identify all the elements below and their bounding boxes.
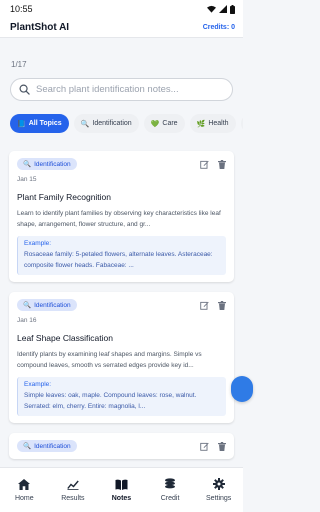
note-body: Identify plants by examining leaf shapes… <box>17 351 202 369</box>
signal-icon <box>219 5 227 13</box>
battery-icon <box>230 4 235 14</box>
app-title: PlantShot AI <box>10 22 70 33</box>
nav-label: Credit <box>160 495 180 502</box>
magnifier-icon: 🔍 <box>23 161 32 168</box>
status-time: 10:55 <box>10 4 33 14</box>
note-card[interactable]: 🔍 Identification <box>9 433 234 459</box>
nav-notes[interactable]: Notes <box>99 479 143 502</box>
nav-label: Settings <box>206 495 232 502</box>
example-text: Rosaceae family: 5-petaled flowers, alte… <box>24 251 213 269</box>
chip-identification[interactable]: 🔍 Identification <box>73 114 139 133</box>
topic-tag-label: Identification <box>34 160 71 168</box>
chip-all-topics[interactable]: 📘 All Topics <box>10 114 69 133</box>
chip-health[interactable]: 🌿 Health <box>189 114 236 133</box>
page-indicator: 1/17 <box>11 60 27 69</box>
nav-label: Home <box>14 494 34 502</box>
nav-home[interactable]: Home <box>2 478 46 502</box>
nav-results[interactable]: Results <box>51 479 95 502</box>
edit-icon[interactable] <box>200 301 209 310</box>
search-bar[interactable] <box>10 78 233 101</box>
heart-icon: 💚 <box>150 120 160 128</box>
edit-icon[interactable] <box>200 442 209 451</box>
magnifier-icon: 🔍 <box>80 120 90 128</box>
search-input[interactable] <box>36 84 224 95</box>
floating-action-button[interactable] <box>231 376 253 402</box>
chip-care[interactable]: 💚 Care <box>143 114 185 133</box>
gear-icon <box>212 478 225 490</box>
coins-icon <box>165 478 176 489</box>
chip-label: Health <box>208 120 229 127</box>
nav-credit[interactable]: Credit <box>148 478 192 502</box>
example-box: Example: Rosaceae family: 5-petaled flow… <box>17 236 226 275</box>
example-box: Example: Simple leaves: oak, maple. Comp… <box>17 377 226 416</box>
trash-icon[interactable] <box>218 441 226 451</box>
wifi-icon <box>207 5 216 13</box>
nav-label: Notes <box>111 494 132 502</box>
magnifier-icon: 🔍 <box>23 443 32 450</box>
example-label: Example: <box>24 240 52 247</box>
topic-tag: 🔍 Identification <box>17 158 77 170</box>
book-icon: 📘 <box>17 120 26 128</box>
trash-icon[interactable] <box>218 300 226 310</box>
note-card[interactable]: 🔍 Identification Jan 15 Plant Family Rec… <box>9 151 234 282</box>
app-header: PlantShot AI Credits: 0 <box>0 18 243 38</box>
note-date: Jan 15 <box>17 176 37 183</box>
search-icon <box>19 84 30 95</box>
note-body: Learn to identify plant families by obse… <box>17 210 221 228</box>
note-date: Jan 16 <box>17 317 37 324</box>
topic-tag: 🔍 Identification <box>17 440 77 452</box>
edit-icon[interactable] <box>200 160 209 169</box>
chip-label: Identification <box>92 120 132 127</box>
topic-tag: 🔍 Identification <box>17 299 77 311</box>
notes-list: 🔍 Identification Jan 15 Plant Family Rec… <box>0 151 243 459</box>
note-title: Plant Family Recognition <box>17 192 112 202</box>
bottom-nav: Home Results Notes Credit Settings <box>0 467 243 512</box>
topic-tag-label: Identification <box>34 442 71 450</box>
nav-label: Results <box>61 494 85 502</box>
book-icon <box>115 479 128 490</box>
example-text: Simple leaves: oak, maple. Compound leav… <box>24 392 197 410</box>
magnifier-icon: 🔍 <box>23 302 32 309</box>
leaf-icon: 🌿 <box>196 120 206 128</box>
chart-icon <box>67 480 79 490</box>
nav-settings[interactable]: Settings <box>197 478 241 502</box>
example-label: Example: <box>24 381 52 388</box>
filter-chips: 📘 All Topics 🔍 Identification 💚 Care 🌿 H… <box>0 114 243 133</box>
chip-label: Care <box>162 120 178 127</box>
chip-partial[interactable]: Bo <box>240 114 243 133</box>
trash-icon[interactable] <box>218 159 226 169</box>
topic-tag-label: Identification <box>34 301 71 309</box>
notes-content[interactable]: 1/17 📘 All Topics 🔍 Identification 💚 Car… <box>0 38 243 467</box>
note-card[interactable]: 🔍 Identification Jan 16 Leaf Shape Class… <box>9 292 234 423</box>
home-icon <box>18 478 31 490</box>
status-icons <box>207 4 235 14</box>
credits-label[interactable]: Credits: 0 <box>203 24 235 31</box>
note-title: Leaf Shape Classification <box>17 333 113 343</box>
chip-label: All Topics <box>28 120 62 127</box>
status-bar: 10:55 <box>0 0 243 18</box>
